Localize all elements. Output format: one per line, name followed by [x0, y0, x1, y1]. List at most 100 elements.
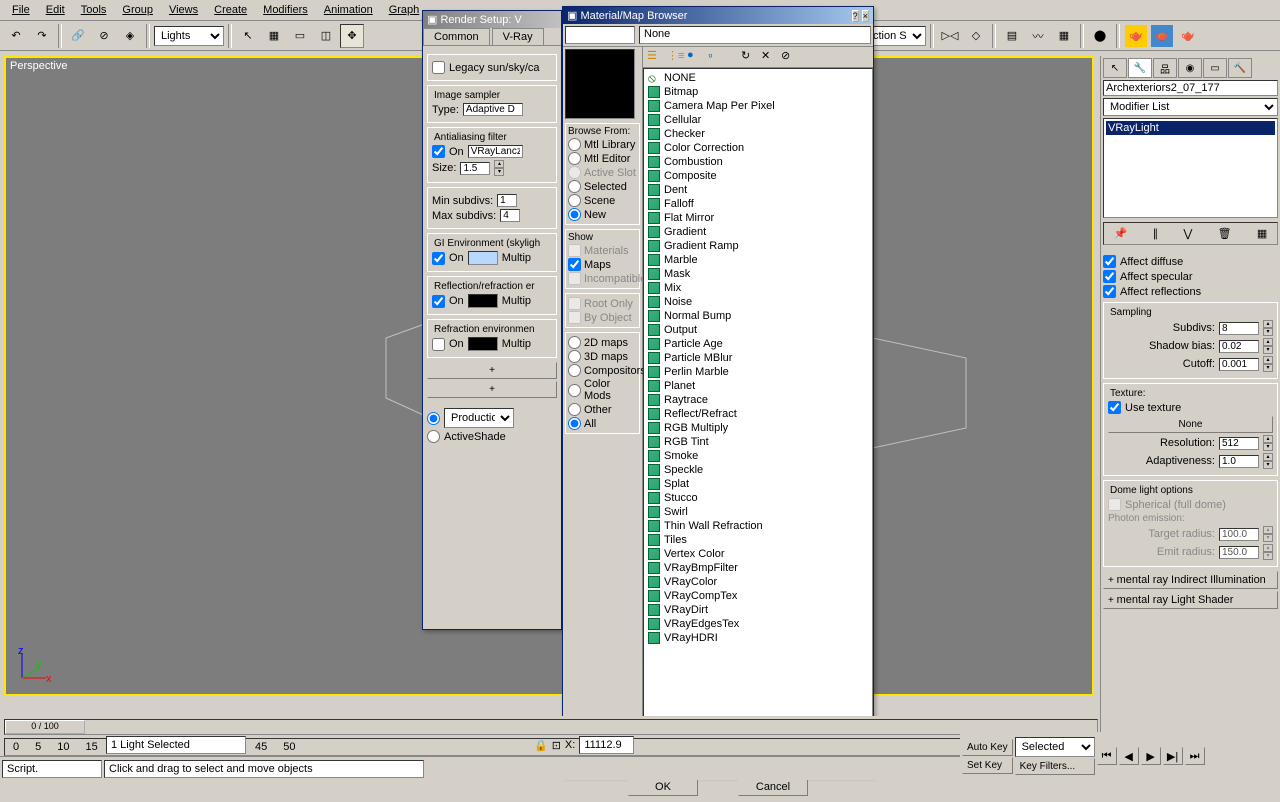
map-item[interactable]: RGB Multiply — [646, 421, 870, 435]
map-item[interactable]: VRayEdgesTex — [646, 617, 870, 631]
view-list-icon[interactable]: ☰ — [647, 49, 663, 65]
undo-button[interactable]: ↶ — [4, 24, 28, 48]
map-list[interactable]: ⦸ NONE Bitmap Camera Map Per Pixel Cellu… — [643, 68, 873, 771]
aa-size-input[interactable] — [460, 162, 490, 175]
map-item[interactable]: Raytrace — [646, 393, 870, 407]
min-subdivs-input[interactable] — [497, 194, 517, 207]
menu-animation[interactable]: Animation — [316, 2, 381, 18]
pin-stack-icon[interactable]: 📌 — [1114, 227, 1128, 240]
map-item[interactable]: Falloff — [646, 197, 870, 211]
help-button[interactable]: ? — [852, 10, 859, 22]
window-crossing-button[interactable]: ◫ — [314, 24, 338, 48]
unlink-button[interactable]: ⊘ — [92, 24, 116, 48]
map-item[interactable]: Camera Map Per Pixel — [646, 99, 870, 113]
update-icon[interactable]: ↻ — [741, 49, 757, 65]
render-setup-button[interactable]: 🫖 — [1124, 24, 1148, 48]
map-item[interactable]: VRayBmpFilter — [646, 561, 870, 575]
browse-from-mtl-library-radio[interactable] — [568, 138, 581, 151]
script-listener[interactable]: Script. — [2, 760, 102, 778]
shadow-bias-spinner[interactable]: ▴▾ — [1263, 338, 1273, 354]
view-list-small-icon[interactable]: ⋮≡ — [667, 49, 683, 65]
refr-color-swatch[interactable] — [468, 337, 498, 351]
close-button[interactable]: × — [862, 10, 869, 22]
sampler-type-dropdown[interactable] — [463, 103, 523, 116]
map-item[interactable]: Gradient — [646, 225, 870, 239]
aa-on-checkbox[interactable] — [432, 145, 445, 158]
map-item[interactable]: Smoke — [646, 449, 870, 463]
filter-all-radio[interactable] — [568, 417, 581, 430]
motion-tab[interactable]: ◉ — [1178, 58, 1202, 78]
menu-views[interactable]: Views — [161, 2, 206, 18]
affect-diffuse-checkbox[interactable] — [1103, 255, 1116, 268]
map-item[interactable]: Noise — [646, 295, 870, 309]
utilities-tab[interactable]: 🔨 — [1228, 58, 1252, 78]
map-item[interactable]: Thin Wall Refraction — [646, 519, 870, 533]
material-editor-button[interactable]: ⬤ — [1088, 24, 1112, 48]
aa-filter-dropdown[interactable] — [468, 145, 523, 158]
map-item[interactable]: Reflect/Refract — [646, 407, 870, 421]
production-radio[interactable] — [427, 412, 440, 425]
menu-file[interactable]: File — [4, 2, 38, 18]
auto-key-button[interactable]: Auto Key — [962, 739, 1013, 756]
modify-tab[interactable]: 🔧 — [1128, 58, 1152, 78]
filter-compositors-radio[interactable] — [568, 364, 581, 377]
map-item[interactable]: Splat — [646, 477, 870, 491]
select-region-button[interactable]: ▭ — [288, 24, 312, 48]
map-item[interactable]: Perlin Marble — [646, 365, 870, 379]
schematic-button[interactable]: ▦ — [1052, 24, 1076, 48]
map-item[interactable]: VRayCompTex — [646, 589, 870, 603]
map-item[interactable]: Composite — [646, 169, 870, 183]
filter-2d-maps-radio[interactable] — [568, 336, 581, 349]
configure-icon[interactable]: ▦ — [1257, 227, 1267, 240]
affect-specular-checkbox[interactable] — [1103, 270, 1116, 283]
create-tab[interactable]: ↖ — [1103, 58, 1127, 78]
display-tab[interactable]: ▭ — [1203, 58, 1227, 78]
resolution-input[interactable] — [1219, 437, 1259, 450]
menu-tools[interactable]: Tools — [73, 2, 115, 18]
cutoff-spinner[interactable]: ▴▾ — [1263, 356, 1273, 372]
map-item[interactable]: VRayDirt — [646, 603, 870, 617]
subdivs-input[interactable] — [1219, 322, 1259, 335]
size-spinner[interactable]: ▴▾ — [494, 160, 504, 176]
key-filters-button[interactable]: Key Filters... — [1015, 758, 1095, 775]
quick-render-button[interactable]: 🫖 — [1176, 24, 1200, 48]
goto-end-button[interactable]: ⏭ — [1185, 747, 1205, 765]
time-slider[interactable]: 0 / 100 — [4, 716, 1098, 738]
time-slider-handle[interactable]: 0 / 100 — [5, 720, 85, 734]
filter-3d-maps-radio[interactable] — [568, 350, 581, 363]
legacy-checkbox[interactable] — [432, 61, 445, 74]
object-name-input[interactable] — [1103, 80, 1278, 96]
stack-item-vraylight[interactable]: VRayLight — [1106, 121, 1275, 135]
key-mode-dropdown[interactable]: Selected — [1015, 737, 1095, 757]
bind-button[interactable]: ◈ — [118, 24, 142, 48]
map-item[interactable]: Normal Bump — [646, 309, 870, 323]
map-item[interactable]: Gradient Ramp — [646, 239, 870, 253]
cancel-button[interactable]: Cancel — [738, 778, 808, 796]
map-item[interactable]: Marble — [646, 253, 870, 267]
map-item[interactable]: Particle Age — [646, 337, 870, 351]
menu-create[interactable]: Create — [206, 2, 255, 18]
material-browser-titlebar[interactable]: ▣ Material/Map Browser ? × — [563, 7, 873, 24]
map-item[interactable]: Swirl — [646, 505, 870, 519]
goto-start-button[interactable]: ⏮ — [1097, 747, 1117, 765]
affect-reflections-checkbox[interactable] — [1103, 285, 1116, 298]
lock-icon[interactable]: 🔒 — [534, 739, 548, 752]
browse-from-scene-radio[interactable] — [568, 194, 581, 207]
show-maps-checkbox[interactable] — [568, 258, 581, 271]
menu-modifiers[interactable]: Modifiers — [255, 2, 316, 18]
select-name-button[interactable]: ▦ — [262, 24, 286, 48]
menu-edit[interactable]: Edit — [38, 2, 73, 18]
map-item[interactable]: Color Correction — [646, 141, 870, 155]
render-frame-button[interactable]: 🫖 — [1150, 24, 1174, 48]
refl-on-checkbox[interactable] — [432, 295, 445, 308]
adaptiveness-input[interactable] — [1219, 455, 1259, 468]
curve-editor-button[interactable]: 〰 — [1026, 24, 1050, 48]
redo-button[interactable]: ↷ — [30, 24, 54, 48]
coord-toggle-icon[interactable]: ⊡ — [552, 739, 561, 752]
gi-color-swatch[interactable] — [468, 251, 498, 265]
map-item[interactable]: Flat Mirror — [646, 211, 870, 225]
rollout-expand-1[interactable]: + — [427, 362, 557, 379]
rollout-expand-2[interactable]: + — [427, 381, 557, 398]
production-dropdown[interactable]: Production — [444, 408, 514, 428]
map-item[interactable]: RGB Tint — [646, 435, 870, 449]
